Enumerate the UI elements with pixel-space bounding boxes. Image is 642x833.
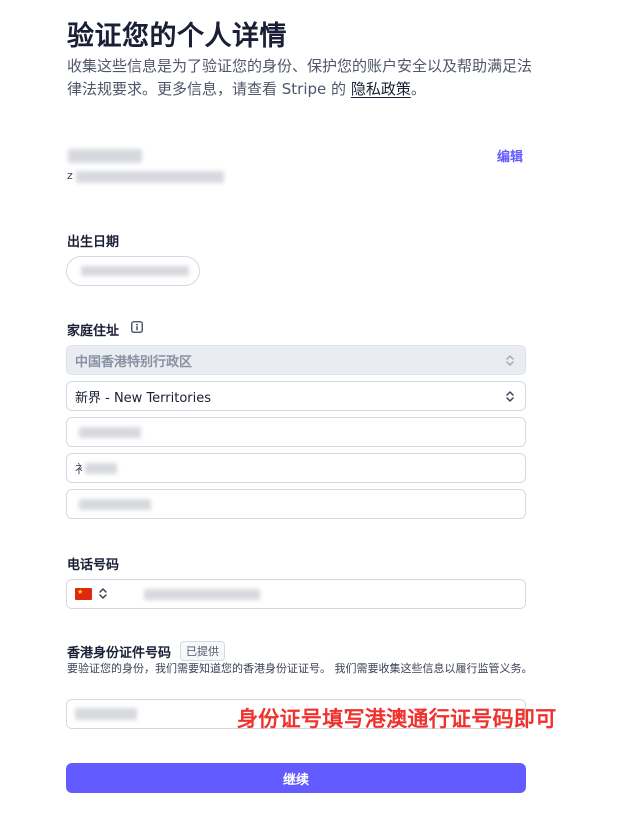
redacted-dob [81,266,189,276]
chevron-up-down-icon [506,355,514,366]
chevron-up-down-icon[interactable] [98,587,108,600]
redacted-address-line2 [85,463,117,474]
china-flag-icon[interactable]: ★ [75,588,92,600]
region-value: 新界 - New Territories [75,390,212,406]
address-city-input[interactable] [66,489,526,519]
page-title: 验证您的个人详情 [67,21,287,52]
redacted-address-line1 [79,427,141,438]
hkid-description: 要验证您的身份，我们需要知道您的香港身份证证号。 我们需要收集这些信息以履行监管… [67,662,533,675]
chevron-up-down-icon [506,391,514,402]
redacted-name [68,149,142,163]
region-select[interactable]: 新界 - New Territories [66,381,526,411]
continue-button[interactable]: 继续 [66,763,526,793]
privacy-policy-link[interactable]: 隐私政策 [351,80,411,98]
redacted-address-city [79,499,151,510]
subtitle-end: 。 [410,80,426,98]
address-label: 家庭住址 [67,324,120,339]
provided-badge: 已提供 [180,641,226,661]
redacted-hkid [75,708,137,720]
page-subtitle: 收集这些信息是为了验证您的身份、保护您的账户安全以及帮助满足法律法规要求。更多信… [67,55,537,101]
hkid-label-row: 香港身份证件号码 已提供 [67,641,226,661]
country-value: 中国香港特别行政区 [75,354,193,370]
subtitle-text: 收集这些信息是为了验证您的身份、保护您的账户安全以及帮助满足法律法规要求。更多信… [67,57,533,98]
address-line1-input[interactable] [66,417,526,447]
identity-prefix: z [67,169,73,182]
phone-input[interactable]: ★ [66,579,526,609]
dob-input[interactable] [66,256,200,286]
info-icon[interactable] [131,321,143,333]
hkid-label: 香港身份证件号码 [67,645,172,661]
redacted-phone-number [144,589,260,600]
country-select: 中国香港特别行政区 [66,345,526,375]
phone-label: 电话号码 [67,558,120,573]
edit-link[interactable]: 编辑 [497,146,523,165]
address-line2-input[interactable]: 衤 [66,453,526,483]
overlay-annotation: 身份证号填写港澳通行证号码即可 [237,707,557,731]
verification-page: 验证您的个人详情 收集这些信息是为了验证您的身份、保护您的账户安全以及帮助满足法… [0,0,642,833]
redacted-email [76,171,224,183]
dob-label: 出生日期 [67,235,120,250]
